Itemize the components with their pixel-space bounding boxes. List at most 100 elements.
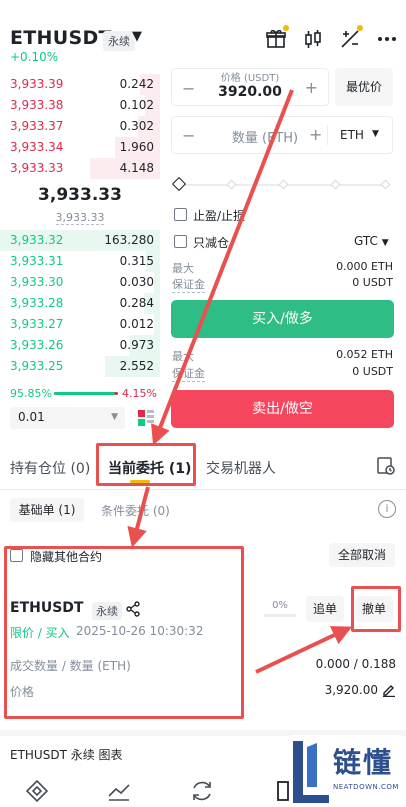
sell-margin-label: 保证金 xyxy=(172,367,205,382)
bid-row[interactable]: 3,933.27 0.012 xyxy=(0,314,160,335)
watermark-domain: NEATDOWN.COM xyxy=(333,783,399,791)
ask-row[interactable]: 3,933.37 0.302 xyxy=(0,116,160,137)
quantity-input[interactable]: − 数量 (ETH) + ETH ▼ xyxy=(171,116,393,154)
mark-price-value: 3,933.33 xyxy=(55,211,105,225)
bid-price: 3,933.26 xyxy=(10,338,64,352)
chevron-down-icon: ▼ xyxy=(372,129,379,139)
ask-qty: 0.302 xyxy=(119,119,154,133)
precision-select[interactable]: 0.01 ▼ xyxy=(10,407,125,429)
annotation-highlight-tab xyxy=(96,443,196,486)
annotation-highlight-cancel xyxy=(351,586,401,632)
price-input[interactable]: − 价格 (USDT) 3920.00 + xyxy=(171,68,329,106)
bid-row[interactable]: 3,933.32 163.280 xyxy=(0,230,160,251)
sell-short-button[interactable]: 卖出/做空 xyxy=(171,390,394,428)
bid-qty: 163.280 xyxy=(104,233,154,247)
watermark-brand: 链懂 xyxy=(333,746,394,779)
cancel-all-button[interactable]: 全部取消 xyxy=(329,543,395,567)
gift-icon[interactable] xyxy=(264,25,289,51)
buy-margin-label: 保证金 xyxy=(172,278,205,293)
reduce-only-checkbox[interactable] xyxy=(174,235,187,248)
bid-row[interactable]: 3,933.30 0.030 xyxy=(0,272,160,293)
more-icon[interactable] xyxy=(375,27,399,51)
bid-qty: 0.030 xyxy=(119,275,154,289)
buy-long-button[interactable]: 买入/做多 xyxy=(171,300,394,338)
tpsl-label: 止盈/止损 xyxy=(193,209,246,223)
orderbook-layout-icon[interactable] xyxy=(137,409,155,427)
symbol-title[interactable]: ETHUSDT xyxy=(10,27,112,49)
home-icon[interactable] xyxy=(24,778,50,804)
bbo-button[interactable]: 最优价 xyxy=(335,68,393,106)
ask-qty: 4.148 xyxy=(119,161,154,175)
bid-qty: 0.012 xyxy=(119,317,154,331)
ask-qty: 0.102 xyxy=(119,98,154,112)
annotation-highlight-order xyxy=(4,546,244,719)
minus-icon[interactable]: − xyxy=(182,126,195,145)
bid-price: 3,933.30 xyxy=(10,275,64,289)
bid-price: 3,933.31 xyxy=(10,254,64,268)
slider-handle[interactable] xyxy=(171,176,187,192)
ratio-bar xyxy=(54,392,118,395)
buy-margin-value: 0 USDT xyxy=(352,276,393,289)
ask-row[interactable]: 3,933.38 0.102 xyxy=(0,95,160,116)
order-price-value: 3,920.00 xyxy=(324,683,378,697)
bid-qty: 2.552 xyxy=(119,359,154,373)
sell-ratio: 4.15% xyxy=(122,387,157,400)
trade-icon[interactable] xyxy=(189,778,215,804)
order-history-icon[interactable] xyxy=(376,456,396,476)
chevron-down-icon: ▼ xyxy=(111,412,118,422)
leverage-slider[interactable] xyxy=(171,176,394,192)
bid-qty: 0.284 xyxy=(119,296,154,310)
markets-icon[interactable] xyxy=(106,778,132,804)
tif-select[interactable]: GTC ▼ xyxy=(354,234,389,248)
ask-price: 3,933.33 xyxy=(10,161,64,175)
symbol-dropdown-icon[interactable]: ▼ xyxy=(132,29,142,44)
contract-type-tag: 永续 xyxy=(103,31,135,51)
mark-price: 3,933.33 xyxy=(0,211,160,225)
plus-icon[interactable]: + xyxy=(305,78,318,97)
tif-value: GTC xyxy=(354,234,378,248)
chevron-down-icon: ▼ xyxy=(381,238,389,248)
tpsl-checkbox[interactable] xyxy=(174,208,187,221)
ask-row[interactable]: 3,933.39 0.242 xyxy=(0,74,160,95)
chase-order-button[interactable]: 追单 xyxy=(306,596,344,622)
bid-row[interactable]: 3,933.26 0.973 xyxy=(0,335,160,356)
buy-max-label: 最大 xyxy=(172,262,194,275)
buy-ratio: 95.85% xyxy=(10,387,52,400)
ask-price: 3,933.38 xyxy=(10,98,64,112)
chart-section-title[interactable]: ETHUSDT 永续 图表 xyxy=(10,746,123,763)
bid-row[interactable]: 3,933.28 0.284 xyxy=(0,293,160,314)
buy-max-value: 0.000 ETH xyxy=(336,260,393,273)
ask-price: 3,933.34 xyxy=(10,140,64,154)
last-price[interactable]: 3,933.33 xyxy=(0,185,160,205)
plus-icon[interactable]: + xyxy=(309,125,322,144)
bid-row[interactable]: 3,933.31 0.315 xyxy=(0,251,160,272)
ask-row[interactable]: 3,933.34 1.960 xyxy=(0,137,160,158)
edit-icon[interactable] xyxy=(381,682,396,698)
ask-price: 3,933.39 xyxy=(10,77,64,91)
sell-max-value: 0.052 ETH xyxy=(336,348,393,361)
sell-margin-value: 0 USDT xyxy=(352,365,393,378)
fill-progress-bar xyxy=(264,614,296,617)
subtab-basic-orders[interactable]: 基础单 (1) xyxy=(10,498,84,522)
quantity-unit[interactable]: ETH xyxy=(340,128,364,142)
tab-trading-bots[interactable]: 交易机器人 xyxy=(206,458,276,478)
calculator-icon[interactable] xyxy=(338,25,363,51)
tab-positions[interactable]: 持有仓位 (0) xyxy=(10,458,90,478)
reduce-only-label: 只减仓 xyxy=(193,236,230,250)
subtab-conditional-orders[interactable]: 条件委托 (0) xyxy=(101,502,170,519)
precision-value: 0.01 xyxy=(18,410,45,424)
divider xyxy=(0,489,406,490)
bid-price: 3,933.27 xyxy=(10,317,64,331)
candlestick-icon[interactable] xyxy=(301,27,325,51)
info-icon[interactable]: i xyxy=(378,500,396,518)
price-change: +0.10% xyxy=(10,50,59,64)
bid-row[interactable]: 3,933.25 2.552 xyxy=(0,356,160,377)
bid-qty: 0.973 xyxy=(119,338,154,352)
bid-price: 3,933.25 xyxy=(10,359,64,373)
divider xyxy=(327,125,328,145)
ask-qty: 1.960 xyxy=(119,140,154,154)
filled-value: 0.000 / 0.188 xyxy=(315,657,396,671)
ask-row[interactable]: 3,933.33 4.148 xyxy=(0,158,160,179)
bid-qty: 0.315 xyxy=(119,254,154,268)
fill-percent: 0% xyxy=(272,600,288,611)
